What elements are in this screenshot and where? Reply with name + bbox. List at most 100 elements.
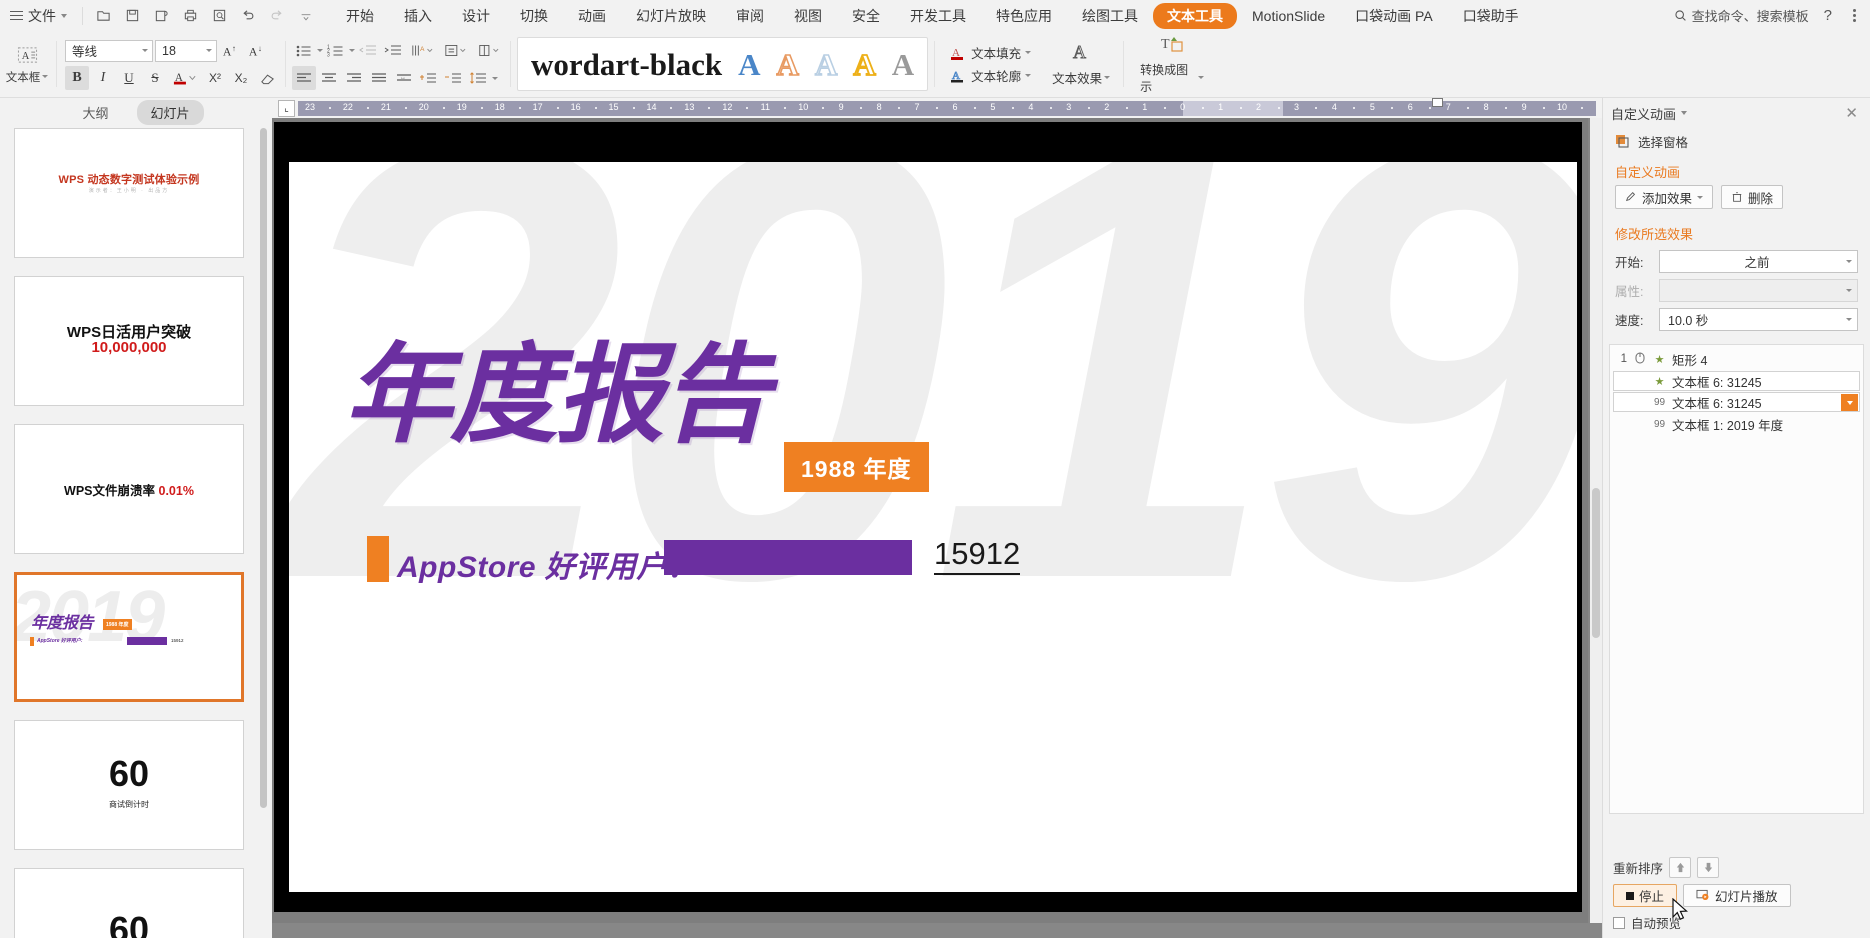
tab-developer[interactable]: 开发工具 — [895, 2, 981, 30]
effect-context-menu-button[interactable] — [1841, 394, 1858, 411]
help-icon[interactable]: ? — [1819, 7, 1837, 24]
tab-featured-apps[interactable]: 特色应用 — [981, 2, 1067, 30]
tab-animation[interactable]: 动画 — [563, 2, 621, 30]
search-command-box[interactable]: 查找命令、搜索模板 — [1674, 6, 1809, 25]
close-icon[interactable]: ✕ — [1841, 104, 1862, 122]
horizontal-ruler[interactable]: ⌞ 23 22 21 20 19 18 17 16 15 14 13 12 11 10 9 8 7 6 5 4 3 2 1 0… — [272, 98, 1602, 118]
scrollbar-thumb[interactable] — [1592, 488, 1600, 638]
property-select[interactable] — [1659, 279, 1858, 302]
thumbnail-item-6[interactable]: 6 ★ 60 — [0, 866, 272, 938]
slide-thumbnail[interactable]: 60 商试倒计时 — [14, 720, 244, 850]
tab-motionslide[interactable]: MotionSlide — [1237, 4, 1340, 28]
stop-button[interactable]: 停止 — [1613, 884, 1678, 907]
metric-bar[interactable] — [664, 540, 912, 575]
tab-drawing-tools[interactable]: 绘图工具 — [1067, 2, 1153, 30]
save-as-icon[interactable] — [148, 4, 174, 28]
decrease-indent-button[interactable] — [356, 38, 380, 62]
save-icon[interactable] — [119, 4, 145, 28]
editor-vertical-scrollbar[interactable] — [1590, 118, 1602, 923]
checkbox-icon[interactable] — [1613, 916, 1625, 929]
convert-to-smartart-button[interactable]: T 转换成图示 — [1140, 34, 1205, 95]
chevron-down-icon[interactable] — [492, 76, 498, 80]
align-right-button[interactable] — [342, 66, 366, 90]
align-left-button[interactable] — [292, 66, 316, 90]
tab-slideshow[interactable]: 幻灯片放映 — [621, 2, 721, 30]
chevron-down-icon[interactable] — [349, 48, 355, 52]
move-down-button[interactable] — [1697, 857, 1720, 878]
bold-button[interactable]: B — [65, 65, 89, 90]
wordart-style-lightblue-outline[interactable]: A — [808, 48, 844, 81]
slide-thumbnail[interactable]: WPS 动态数字测试体验示例 演示者：王小明 · 出品方 — [14, 128, 244, 258]
wordart-style-black[interactable]: wordart-black — [524, 49, 729, 80]
ruler-track[interactable]: 23 22 21 20 19 18 17 16 15 14 13 12 11 10 9 8 7 6 5 4 3 2 1 0 1 2… — [298, 100, 1596, 116]
text-direction-button[interactable]: A — [406, 38, 438, 62]
slide-thumbnail[interactable]: 60 — [14, 868, 244, 938]
tab-security[interactable]: 安全 — [837, 2, 895, 30]
metric-value[interactable]: 15912 — [934, 536, 1021, 575]
subscript-button[interactable]: X₂ — [229, 66, 253, 90]
font-color-button[interactable]: A — [169, 66, 201, 90]
slide-thumbnail-selected[interactable]: 2019 年度报告 1988 年度 AppStore 好评用户: 15912 — [14, 572, 244, 702]
selection-pane-button[interactable]: 选择窗格 — [1603, 128, 1870, 155]
thumbnail-item-2[interactable]: 2 ★ WPS日活用户突破 10,000,000 — [0, 274, 272, 422]
decrease-paragraph-spacing-button[interactable] — [442, 66, 466, 90]
add-effect-button[interactable]: 添加效果 — [1615, 185, 1714, 209]
file-menu-button[interactable]: 文件 — [4, 3, 75, 29]
numbering-button[interactable]: 123 — [324, 38, 348, 62]
tab-view[interactable]: 视图 — [779, 2, 837, 30]
animation-list-item[interactable]: 99 文本框 1: 2019 年度 — [1610, 413, 1863, 435]
increase-paragraph-spacing-button[interactable] — [417, 66, 441, 90]
tab-transition[interactable]: 切换 — [505, 2, 563, 30]
print-icon[interactable] — [177, 4, 203, 28]
columns-button[interactable] — [472, 38, 504, 62]
chevron-down-icon[interactable] — [317, 48, 323, 52]
metric-label[interactable]: AppStore 好评用户： — [397, 542, 697, 586]
speed-select[interactable]: 10.0 秒 — [1659, 308, 1858, 331]
animation-list-item[interactable]: ★ 文本框 6: 31245 — [1613, 371, 1860, 391]
wordart-style-orange-outline[interactable]: A — [770, 48, 806, 81]
thumbnail-item-3[interactable]: 3 ★ WPS文件崩溃率 0.01% — [0, 422, 272, 570]
wordart-styles-gallery[interactable]: wordart-black A A A A A — [517, 37, 929, 91]
strikethrough-button[interactable]: S — [143, 66, 167, 90]
current-slide[interactable]: 2019 年度报告 1988 年度 AppStore 好评用户： 15912 — [289, 162, 1577, 892]
tab-slides[interactable]: 幻灯片 — [136, 99, 204, 125]
slide-title-text[interactable]: 年度报告 — [344, 342, 770, 450]
superscript-button[interactable]: X² — [203, 66, 227, 90]
wordart-style-gold-outline[interactable]: A — [846, 48, 882, 81]
redo-icon[interactable] — [264, 4, 290, 28]
start-select[interactable]: 之前 — [1659, 250, 1858, 273]
thumbnail-scrollbar[interactable] — [259, 128, 268, 838]
delete-effect-button[interactable]: 删除 — [1721, 185, 1784, 209]
justify-button[interactable] — [367, 66, 391, 90]
indent-marker[interactable] — [1432, 98, 1443, 107]
grow-font-button[interactable]: A ↑ — [219, 39, 243, 63]
tab-pocket-assistant[interactable]: 口袋助手 — [1448, 2, 1534, 30]
tab-pocket-animation[interactable]: 口袋动画 PA — [1340, 2, 1448, 30]
animation-effect-list[interactable]: 1 ★ 矩形 4 ★ 文本框 6: 31245 99 文本框 6: 31245 — [1609, 344, 1864, 814]
align-center-button[interactable] — [317, 66, 341, 90]
tab-insert[interactable]: 插入 — [389, 2, 447, 30]
tab-outline[interactable]: 大纲 — [68, 100, 122, 125]
underline-button[interactable]: U — [117, 66, 141, 90]
clear-format-button[interactable] — [255, 66, 279, 90]
wordart-style-gray[interactable]: A — [885, 49, 921, 80]
tab-stop-icon[interactable]: ⌞ — [278, 99, 295, 117]
line-spacing-button[interactable] — [467, 66, 491, 90]
increase-indent-button[interactable] — [381, 38, 405, 62]
thumbnail-item-4[interactable]: 4 ★ 2019 年度报告 1988 年度 AppStore 好评用户: 159… — [0, 570, 272, 718]
bullets-button[interactable] — [292, 38, 316, 62]
scrollbar-thumb[interactable] — [260, 128, 267, 808]
text-fill-button[interactable]: A 文本填充 — [949, 43, 1032, 62]
slide-thumbnail[interactable]: WPS日活用户突破 10,000,000 — [14, 276, 244, 406]
animation-list-item-selected[interactable]: 99 文本框 6: 31245 — [1613, 392, 1860, 412]
shrink-font-button[interactable]: A ↓ — [245, 39, 269, 63]
open-icon[interactable] — [90, 4, 116, 28]
tab-design[interactable]: 设计 — [447, 2, 505, 30]
year-badge[interactable]: 1988 年度 — [784, 442, 929, 492]
animation-list-item[interactable]: 1 ★ 矩形 4 — [1610, 348, 1863, 370]
thumbnail-list[interactable]: 1 WPS 动态数字测试体验示例 演示者：王小明 · 出品方 2 ★ WPS日活… — [0, 126, 272, 938]
font-name-combo[interactable]: 等线 — [65, 39, 153, 62]
distribute-button[interactable]: ↔ — [392, 66, 416, 90]
chevron-down-icon[interactable] — [1681, 111, 1688, 115]
wordart-style-blue[interactable]: A — [731, 49, 767, 80]
